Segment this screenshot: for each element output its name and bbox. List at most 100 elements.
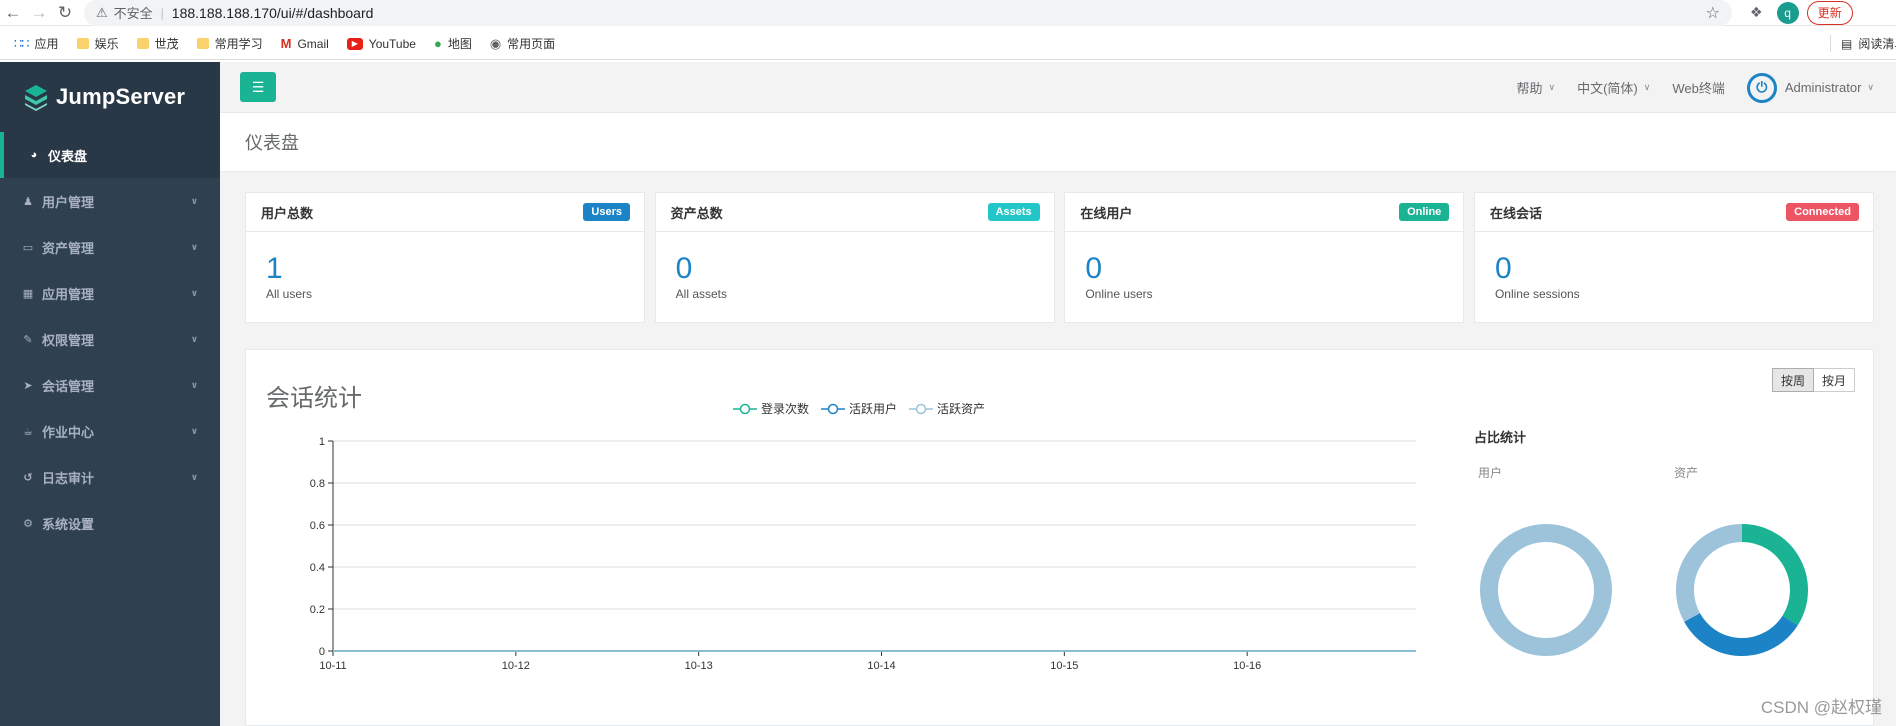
by-week-button[interactable]: 按周 <box>1771 368 1814 392</box>
y-tick-label: 0.6 <box>310 520 325 532</box>
y-tick-label: 0 <box>319 646 325 658</box>
bookmark-gmail[interactable]: M Gmail <box>281 36 329 51</box>
x-tick-label: 10-15 <box>1050 660 1078 672</box>
card-title: 用户总数 <box>261 205 314 221</box>
sidebar-item-label: 系统设置 <box>42 516 95 532</box>
bookmark-maps[interactable]: ● 地图 <box>434 35 472 52</box>
forward-arrow-icon[interactable]: → <box>26 0 52 26</box>
sidebar-item-assets[interactable]: ▭ 资产管理 ∨ <box>0 224 220 270</box>
sidebar-item-dashboard[interactable]: ◕ 仪表盘 <box>0 132 220 178</box>
card-value: 0 <box>675 252 693 285</box>
chart-legend: 登录次数 活跃用户 活跃资产 <box>733 400 997 417</box>
legend-line-icon <box>909 403 934 414</box>
watermark: CSDN @赵权瑾 <box>1760 698 1882 717</box>
url-text[interactable]: 188.188.188.170/ui/#/dashboard <box>172 5 374 21</box>
legend-line-icon <box>821 403 846 414</box>
card-value: 1 <box>266 252 283 285</box>
profile-avatar[interactable]: q <box>1776 1 1799 24</box>
x-tick-label: 10-13 <box>685 660 713 672</box>
sidebar-item-label: 用户管理 <box>42 194 95 210</box>
users-icon: ♟ <box>23 195 33 208</box>
legend-item[interactable]: 活跃资产 <box>909 400 985 417</box>
folder-icon <box>196 38 209 49</box>
chevron-down-icon: ∨ <box>190 241 198 252</box>
divider: | <box>160 5 164 20</box>
page-title: 仪表盘 <box>245 133 299 153</box>
sidebar-item-label: 日志审计 <box>42 470 95 486</box>
reading-list-icon: ▤ <box>1841 36 1853 51</box>
history-icon: ↺ <box>23 471 33 484</box>
card-online-users: 在线用户 Online 0 Online users <box>1064 192 1465 323</box>
donut-slice[interactable] <box>1676 524 1743 622</box>
x-tick-label: 10-11 <box>319 660 346 672</box>
sidebar-item-label: 作业中心 <box>42 424 95 440</box>
bookmark-folder[interactable]: 娱乐 <box>76 35 119 52</box>
card-subtitle: Online users <box>1085 287 1153 301</box>
help-menu[interactable]: 帮助 ∨ <box>1516 78 1555 97</box>
sidebar-item-permissions[interactable]: ✎ 权限管理 ∨ <box>0 316 220 362</box>
sidebar-toggle-button[interactable]: ☰ <box>240 72 276 102</box>
sidebar-item-applications[interactable]: ▦ 应用管理 ∨ <box>0 270 220 316</box>
back-arrow-icon[interactable]: ← <box>0 0 26 26</box>
y-tick-label: 0.2 <box>310 604 325 616</box>
chevron-down-icon: ∨ <box>190 333 198 344</box>
bookmark-youtube[interactable]: ▶ YouTube <box>346 37 416 51</box>
chevron-down-icon: ∨ <box>190 425 198 436</box>
legend-line-icon <box>733 403 757 414</box>
donut-slice[interactable] <box>1741 524 1808 626</box>
bookmark-common-pages[interactable]: ◉ 常用页面 <box>490 35 555 52</box>
jumpserver-logo-icon <box>25 85 47 111</box>
sidebar-item-users[interactable]: ♟ 用户管理 ∨ <box>0 178 220 224</box>
legend-item[interactable]: 活跃用户 <box>821 400 897 417</box>
gears-icon: ⚙ <box>23 517 33 530</box>
star-icon[interactable]: ☆ <box>1706 3 1720 23</box>
coffee-icon: ☕ <box>23 425 33 438</box>
warning-icon: ⚠ <box>96 4 108 20</box>
app-name: JumpServer <box>56 84 186 109</box>
sidebar-item-sessions[interactable]: ➤ 会话管理 ∨ <box>0 362 220 408</box>
bookmark-folder[interactable]: 常用学习 <box>196 35 263 52</box>
extensions-icon[interactable]: ❖ <box>1750 4 1763 21</box>
sidebar-item-settings[interactable]: ⚙ 系统设置 <box>0 500 220 546</box>
power-avatar-icon: ⏻ <box>1746 72 1777 103</box>
card-title: 在线用户 <box>1080 205 1133 221</box>
donut-slice[interactable] <box>1684 612 1798 656</box>
sidebar-item-jobs[interactable]: ☕ 作业中心 ∨ <box>0 408 220 454</box>
card-badge: Connected <box>1786 203 1859 221</box>
bookmark-apps[interactable]: ∷∷ 应用 <box>14 35 59 52</box>
edit-icon: ✎ <box>23 333 33 346</box>
app-logo[interactable]: JumpServer <box>0 62 220 132</box>
chevron-down-icon: ∨ <box>190 287 198 298</box>
reading-list[interactable]: ▤阅读清单 <box>1830 35 1896 52</box>
sidebar-item-label: 权限管理 <box>42 332 95 348</box>
legend-item[interactable]: 登录次数 <box>733 400 809 417</box>
main-content: ☰ 帮助 ∨ 中文(简体) ∨ Web终端 ⏻ Administrator ∨ 仪表盘… <box>220 62 1896 726</box>
reload-icon[interactable]: ↻ <box>52 0 78 26</box>
period-toggle: 按周 按月 <box>1771 368 1855 392</box>
update-button[interactable]: 更新 <box>1806 0 1853 25</box>
web-terminal-link[interactable]: Web终端 <box>1672 78 1725 97</box>
chevron-down-icon: ∨ <box>190 195 198 206</box>
sidebar-item-audit[interactable]: ↺ 日志审计 ∨ <box>0 454 220 500</box>
hamburger-icon: ☰ <box>251 78 265 95</box>
y-tick-label: 0.4 <box>310 562 325 574</box>
card-subtitle: All users <box>266 287 313 301</box>
card-subtitle: Online sessions <box>1494 287 1580 301</box>
language-menu[interactable]: 中文(简体) ∨ <box>1577 78 1650 97</box>
apps-grid-icon: ∷∷ <box>14 35 30 51</box>
chevron-down-icon: ∨ <box>1548 82 1556 92</box>
asset-donut-chart <box>1676 524 1808 656</box>
grid-icon: ▦ <box>22 287 34 300</box>
bookmark-folder[interactable]: 世茂 <box>136 35 179 52</box>
sidebar-item-label: 仪表盘 <box>48 148 88 164</box>
browser-toolbar: ← → ↻ ⚠ 不安全 | 188.188.188.170/ui/#/dashb… <box>0 0 1896 26</box>
map-pin-icon: ● <box>433 36 442 51</box>
donut-asset-label: 资产 <box>1674 466 1699 480</box>
chevron-down-icon: ∨ <box>190 379 198 390</box>
card-assets: 资产总数 Assets 0 All assets <box>654 192 1055 323</box>
address-bar[interactable]: ⚠ 不安全 | 188.188.188.170/ui/#/dashboard ☆ <box>84 0 1732 26</box>
user-menu[interactable]: ⏻ Administrator ∨ <box>1746 72 1874 103</box>
by-month-button[interactable]: 按月 <box>1813 368 1855 392</box>
sidebar: JumpServer ◕ 仪表盘 ♟ 用户管理 ∨ ▭ 资产管理 ∨ ▦ 应用管… <box>0 62 220 726</box>
donut-slice[interactable] <box>1480 524 1612 656</box>
